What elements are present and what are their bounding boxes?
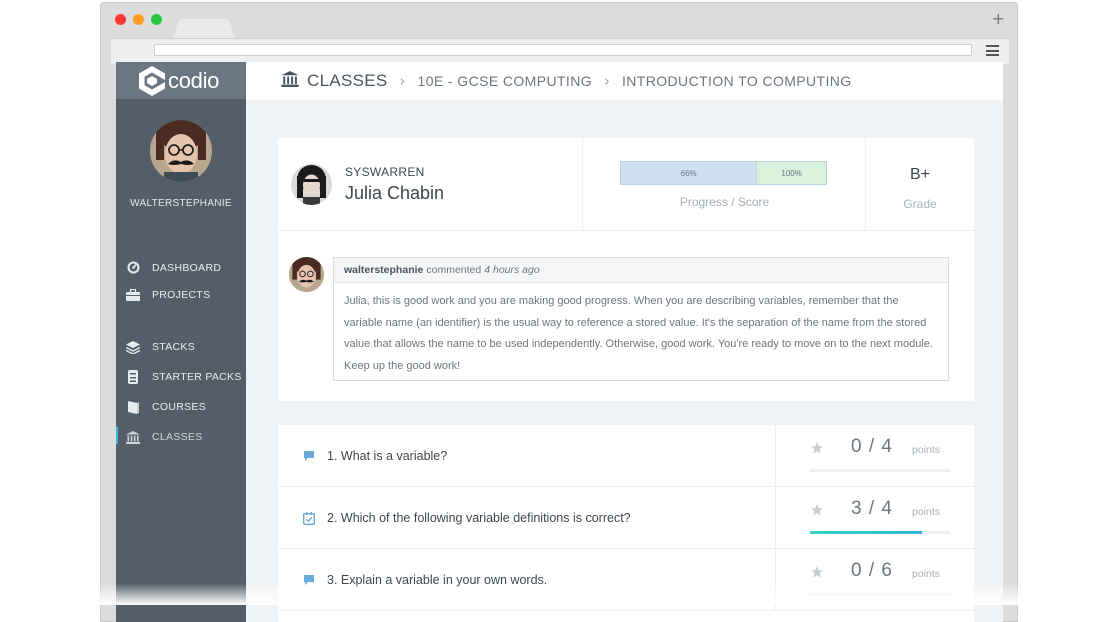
grade-value: B+ [866, 166, 974, 184]
question-row[interactable]: 1. What is a variable? 0 / 4 points [278, 425, 974, 487]
question-title: 3. Explain a variable in your own words. [327, 573, 547, 587]
comment-text: Julia, this is good work and you are mak… [334, 283, 948, 377]
comment-header: walterstephanie commented 4 hours ago [334, 258, 948, 283]
breadcrumb-root[interactable]: CLASSES [281, 71, 388, 92]
points-label: points [912, 444, 940, 456]
brand-name: codio [168, 68, 219, 94]
sidebar-item-courses[interactable]: COURSES [116, 392, 246, 422]
menu-icon[interactable] [986, 45, 999, 56]
sidebar-username: WALTERSTEPHANIE [116, 198, 246, 209]
comment-author[interactable]: walterstephanie [344, 264, 423, 276]
comment-avatar [289, 257, 324, 292]
score-track [810, 469, 950, 472]
address-bar[interactable] [154, 44, 972, 56]
star-icon[interactable] [810, 441, 824, 460]
student-card: SYSWARREN Julia Chabin 66% 100% Progress… [278, 138, 974, 401]
window-controls [115, 14, 162, 25]
browser-tab[interactable] [173, 19, 235, 39]
sidebar-item-label: COURSES [152, 401, 206, 413]
sidebar-item-label: DASHBOARD [152, 262, 221, 274]
question-row[interactable]: 2. Which of the following variable defin… [278, 487, 974, 549]
comment-icon [302, 574, 315, 587]
dashboard-icon [126, 261, 140, 275]
sidebar-item-classes[interactable]: CLASSES [116, 422, 246, 452]
breadcrumb-module[interactable]: INTRODUCTION TO COMPUTING [622, 73, 852, 89]
close-window-button[interactable] [115, 14, 126, 25]
sidebar-item-dashboard[interactable]: DASHBOARD [116, 254, 246, 281]
chevron-right-icon: › [604, 72, 610, 90]
browser-toolbar [111, 38, 1009, 64]
student-info: SYSWARREN Julia Chabin [278, 138, 583, 230]
progress-score-caption: Progress / Score [583, 195, 866, 209]
sidebar: codio WALTERSTEPHANIE DASH [116, 62, 246, 622]
breadcrumb-class[interactable]: 10E - GCSE COMPUTING [418, 73, 592, 89]
points-label: points [912, 506, 940, 518]
checklist-icon [302, 512, 315, 525]
chevron-right-icon: › [400, 72, 406, 90]
new-tab-icon[interactable]: + [992, 9, 1005, 28]
divider [278, 230, 974, 231]
question-title-cell: 2. Which of the following variable defin… [278, 487, 776, 549]
question-score-cell: 3 / 4 points [776, 487, 974, 549]
grade-box: B+ Grade [866, 138, 974, 230]
score-track [810, 593, 950, 596]
score-fill: 100% [756, 162, 826, 184]
star-icon[interactable] [810, 565, 824, 584]
app-viewport: codio WALTERSTEPHANIE DASH [116, 62, 1003, 622]
sidebar-nav-primary: DASHBOARD PROJECTS [116, 254, 246, 308]
question-row[interactable]: 3. Explain a variable in your own words.… [278, 549, 974, 611]
question-score: 0 / 6 [851, 560, 893, 582]
question-score: 0 / 4 [851, 436, 893, 458]
points-label: points [912, 568, 940, 580]
sidebar-item-projects[interactable]: PROJECTS [116, 281, 246, 308]
student-avatar [291, 164, 332, 205]
progress-bar: 66% 100% [620, 161, 827, 185]
classes-icon [281, 71, 299, 92]
codio-logo-icon [139, 66, 165, 96]
question-title-cell: 1. What is a variable? [278, 425, 776, 487]
sidebar-item-starter-packs[interactable]: STARTER PACKS [116, 362, 246, 392]
courses-icon [126, 400, 140, 414]
sidebar-item-stacks[interactable]: STACKS [116, 332, 246, 362]
comment-time: 4 hours ago [484, 264, 539, 276]
stacks-icon [126, 340, 140, 354]
score-track [810, 531, 950, 534]
student-name: Julia Chabin [345, 183, 444, 204]
grade-caption: Grade [866, 197, 974, 211]
question-title: 1. What is a variable? [327, 449, 447, 463]
briefcase-icon [126, 288, 140, 302]
avatar[interactable] [150, 120, 212, 182]
sidebar-item-label: CLASSES [152, 431, 203, 443]
breadcrumb: CLASSES › 10E - GCSE COMPUTING › INTRODU… [246, 62, 1003, 100]
score-fill [810, 531, 922, 534]
logo[interactable]: codio [116, 62, 246, 99]
progress-fill: 66% [621, 162, 756, 184]
question-title-cell: 3. Explain a variable in your own words. [278, 549, 776, 611]
sidebar-nav-secondary: STACKS STARTER PACKS COURSES CLASSES [116, 332, 246, 452]
comment-icon [302, 450, 315, 463]
student-username: SYSWARREN [345, 165, 425, 179]
star-icon[interactable] [810, 503, 824, 522]
comment-verb: commented [426, 264, 481, 276]
starter-packs-icon [126, 370, 140, 384]
progress-score: 66% 100% Progress / Score [583, 138, 866, 230]
maximize-window-button[interactable] [151, 14, 162, 25]
question-score: 3 / 4 [851, 498, 893, 520]
comment-box: walterstephanie commented 4 hours ago Ju… [333, 257, 949, 381]
minimize-window-button[interactable] [133, 14, 144, 25]
sidebar-item-label: STARTER PACKS [152, 371, 242, 383]
sidebar-item-label: STACKS [152, 341, 195, 353]
sidebar-item-label: PROJECTS [152, 289, 210, 301]
question-score-cell: 0 / 6 points [776, 549, 974, 611]
question-list: 1. What is a variable? 0 / 4 points 2. W… [278, 425, 974, 622]
page-title: CLASSES [307, 71, 388, 91]
classes-icon [126, 430, 140, 444]
question-score-cell: 0 / 4 points [776, 425, 974, 487]
question-title: 2. Which of the following variable defin… [327, 511, 631, 525]
